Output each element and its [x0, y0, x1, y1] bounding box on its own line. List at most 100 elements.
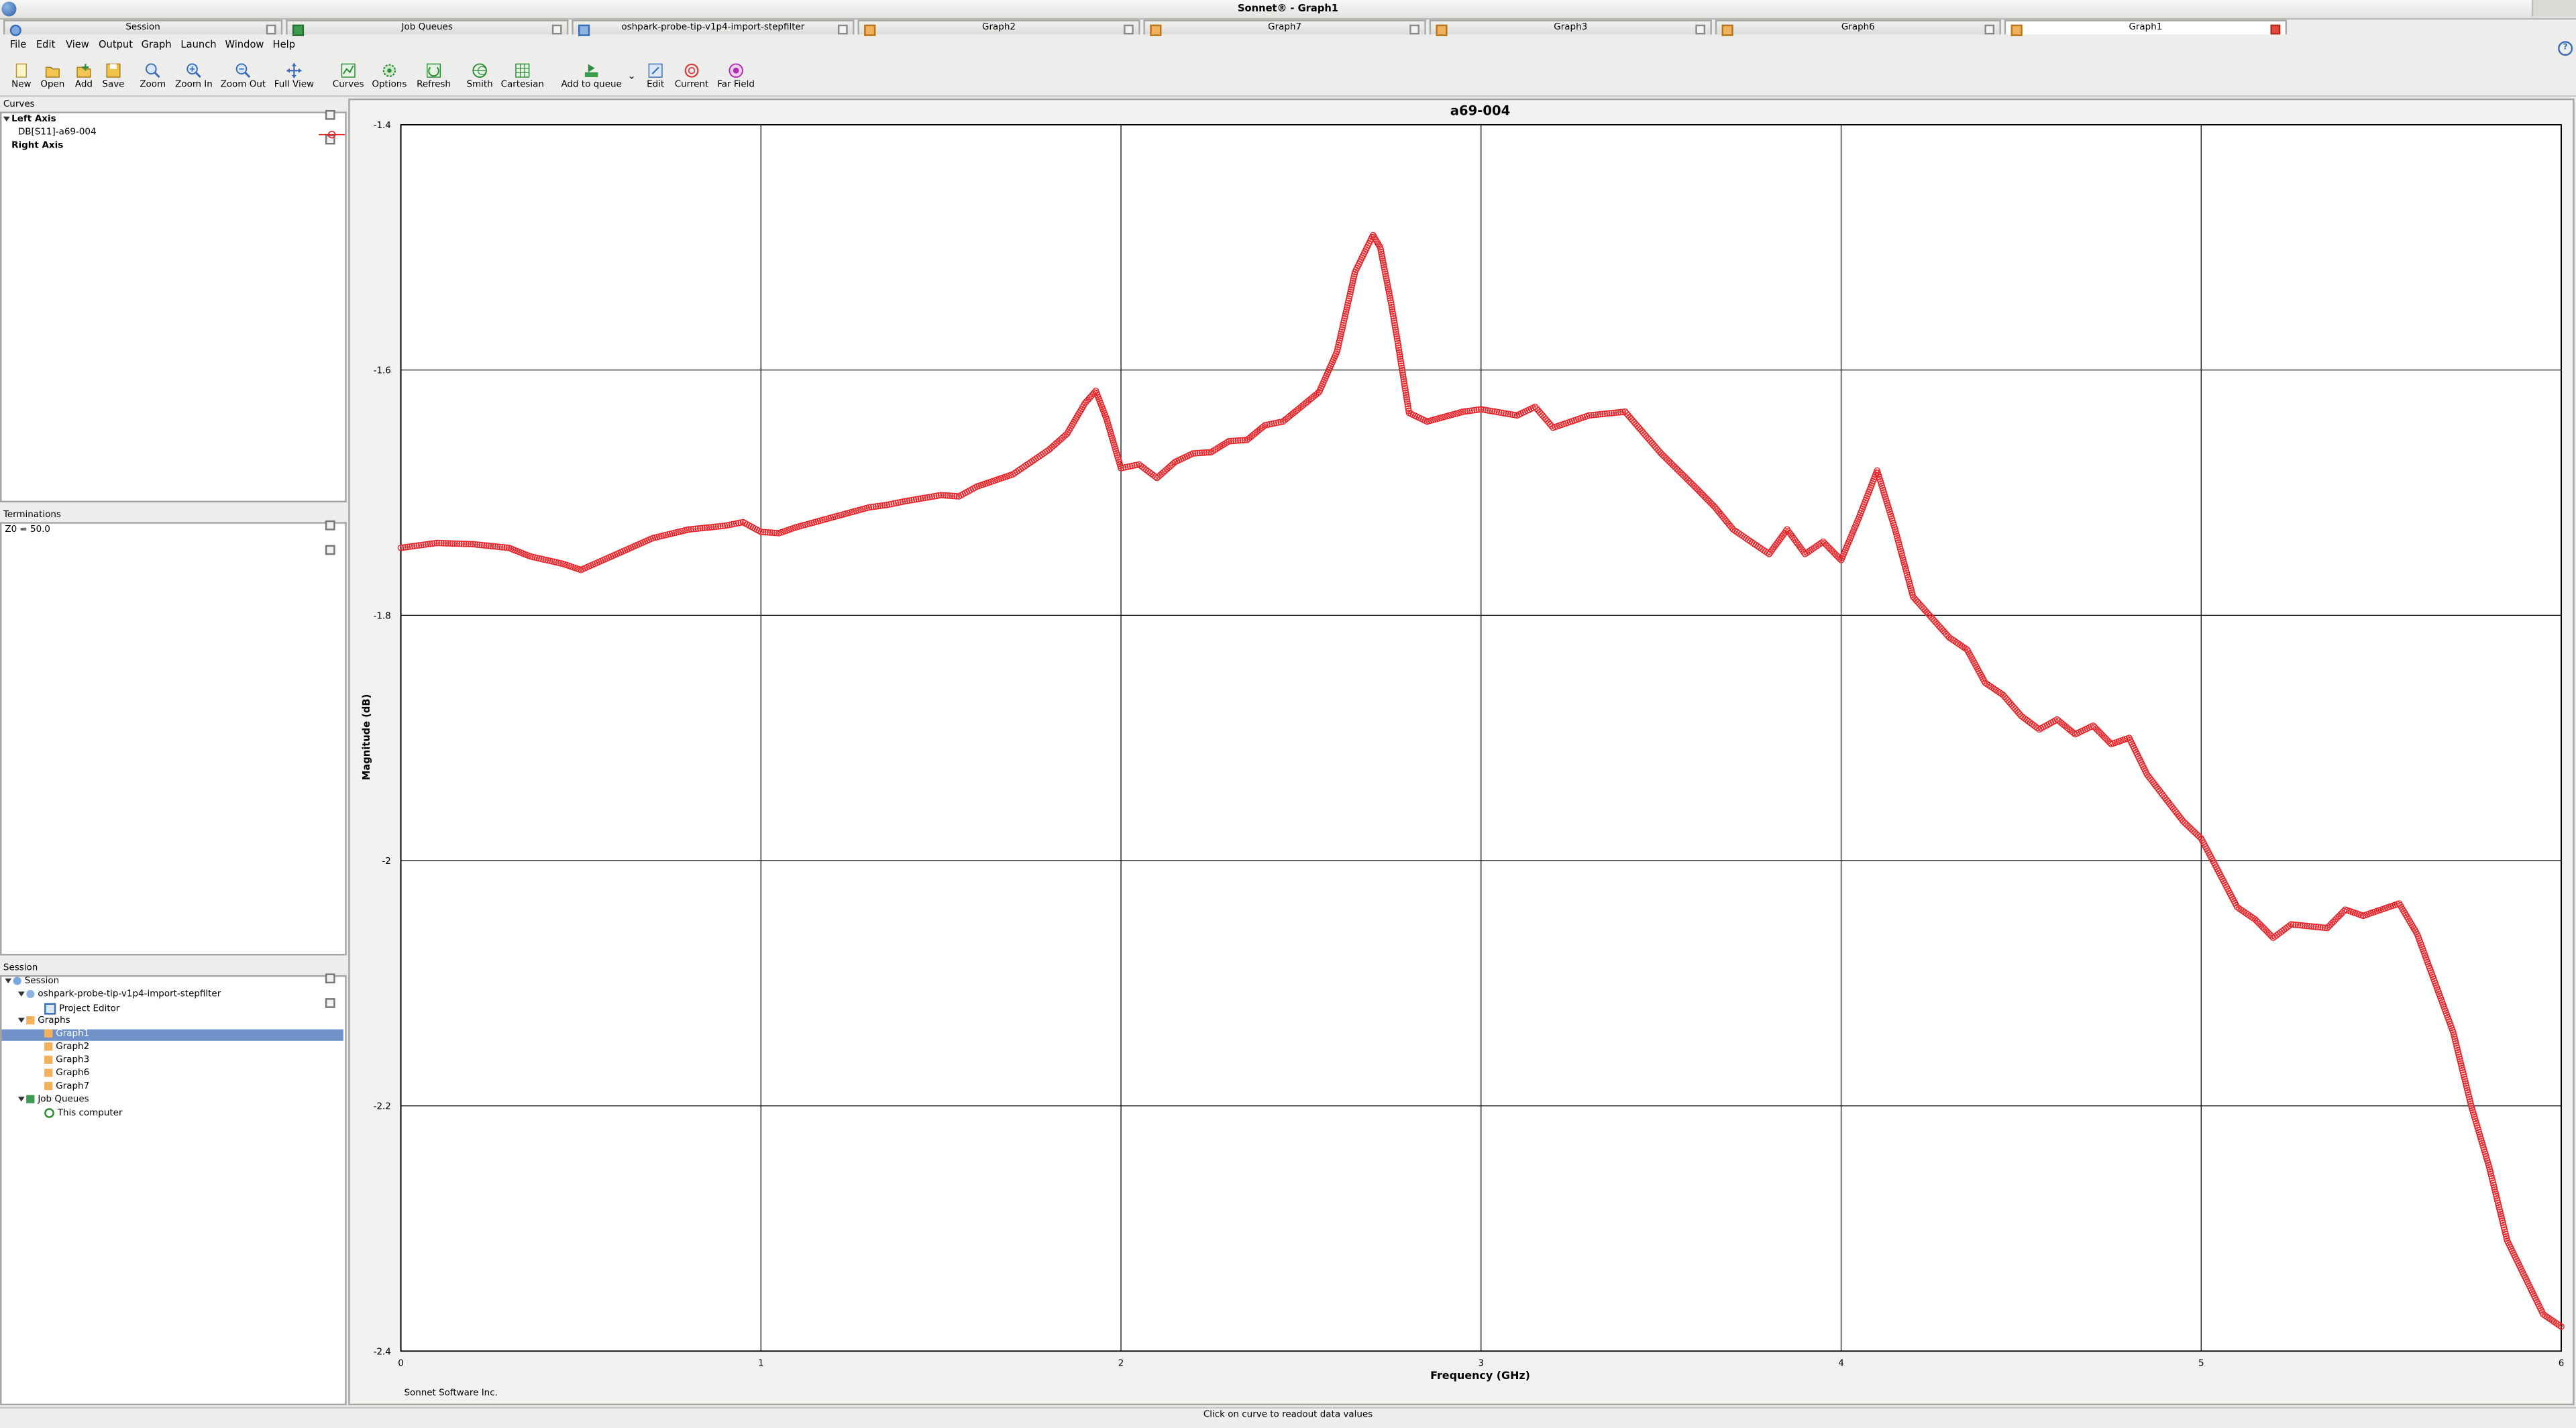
tree-graph1[interactable]: Graph1 [1, 1029, 343, 1041]
tab-close-icon[interactable] [837, 24, 848, 35]
menu-view[interactable]: View [66, 40, 89, 51]
panel-controls[interactable] [323, 965, 343, 1008]
tree-job-queues[interactable]: Job Queues [17, 1095, 89, 1107]
chart-title: a69-004 [1450, 103, 1510, 118]
tree-session[interactable]: Session [5, 977, 59, 988]
graph-footer: Sonnet Software Inc. [404, 1388, 497, 1398]
menu-window[interactable]: Window [225, 40, 264, 51]
curves-panel-title: Curves [3, 100, 35, 110]
tab-close-icon[interactable] [1984, 24, 1995, 35]
y-tick-label: -2 [382, 857, 390, 867]
graph-icon [1721, 24, 1733, 36]
expand-icon[interactable] [17, 1018, 25, 1023]
window-close-button[interactable] [2531, 0, 2576, 17]
tab-close-icon[interactable] [1409, 24, 1419, 35]
smith-button[interactable]: Smith [465, 58, 494, 94]
status-text: Click on curve to readout data values [1203, 1410, 1373, 1421]
window-title: Sonnet® - Graph1 [1237, 3, 1339, 15]
zoom-button[interactable]: Zoom [138, 58, 168, 94]
add-button[interactable]: Add [69, 58, 99, 94]
tree-curve-item[interactable]: DB[S11]-a69-004 [18, 128, 97, 140]
job-queue-icon [26, 1095, 35, 1103]
tree-left-axis[interactable]: Left Axis [3, 115, 56, 126]
y-tick-label: -2.2 [374, 1102, 391, 1112]
tree-project[interactable]: oshpark-probe-tip-v1p4-import-stepfilter [17, 989, 221, 1001]
y-axis-label: Magnitude (dB) [361, 694, 372, 781]
options-button[interactable]: Options [371, 58, 407, 94]
tree-right-axis[interactable]: Right Axis [11, 141, 63, 152]
menu-bar: File Edit View Output Graph Launch Windo… [0, 38, 2576, 56]
x-tick-label: 0 [398, 1358, 404, 1368]
refresh-button[interactable]: Refresh [414, 58, 453, 94]
add-icon [76, 64, 91, 78]
curves-button[interactable]: Curves [332, 58, 365, 94]
tree-graph7[interactable]: Graph7 [44, 1081, 89, 1093]
project-icon [26, 989, 35, 999]
edit-button[interactable]: Edit [643, 58, 669, 94]
smith-icon [472, 63, 487, 78]
tab-session[interactable]: Session [3, 19, 283, 36]
tree-this-computer[interactable]: This computer [44, 1108, 122, 1119]
tab-graph3[interactable]: Graph3 [1429, 19, 1712, 36]
cartesian-button[interactable]: Cartesian [499, 58, 545, 94]
expand-icon[interactable] [17, 991, 25, 997]
panel-controls[interactable] [323, 102, 343, 145]
cartesian-icon [515, 63, 530, 78]
add-to-queue-dropdown-icon[interactable]: ⌄ [628, 70, 636, 82]
full-view-icon [286, 63, 302, 78]
tree-graphs[interactable]: Graphs [17, 1016, 70, 1028]
session-icon [9, 24, 21, 36]
tab-close-icon[interactable] [551, 24, 562, 35]
tab-graph6[interactable]: Graph6 [1715, 19, 2001, 36]
zoom-in-icon [186, 63, 201, 78]
menu-edit[interactable]: Edit [36, 40, 55, 51]
expand-icon[interactable] [5, 978, 12, 984]
menu-help[interactable]: Help [273, 40, 296, 51]
tab-graph7[interactable]: Graph7 [1143, 19, 1426, 36]
status-bar: Click on curve to readout data values [0, 1407, 2576, 1428]
project-editor-icon [44, 1003, 56, 1015]
full-view-button[interactable]: Full View [271, 58, 317, 94]
tab-job-queues[interactable]: Job Queues [286, 19, 569, 36]
zoom-out-button[interactable]: Zoom Out [219, 58, 268, 94]
menu-file[interactable]: File [10, 40, 27, 51]
sonnet-app-icon [1, 1, 17, 17]
help-icon[interactable]: ? [2558, 41, 2573, 56]
tab-graph2[interactable]: Graph2 [857, 19, 1140, 36]
expand-icon[interactable] [3, 116, 10, 122]
tree-project-editor[interactable]: Project Editor [44, 1003, 119, 1015]
tab-close-icon[interactable] [1124, 24, 1134, 35]
tab-project[interactable]: oshpark-probe-tip-v1p4-import-stepfilter [572, 19, 855, 36]
x-tick-label: 1 [758, 1358, 764, 1368]
s-parameter-chart[interactable]: 0 1 2 3 4 5 6 -1.4 -1.6 -1.8 -2 -2.2 -2.4 a69-004 F… [350, 100, 2573, 1403]
tab-graph1[interactable]: Graph1 [2004, 19, 2288, 36]
terminations-panel: Terminations Z0 = 50.0 [0, 510, 347, 956]
open-icon [45, 66, 60, 78]
menu-graph[interactable]: Graph [142, 40, 172, 51]
new-button[interactable]: New [7, 58, 36, 94]
x-tick-label: 6 [2559, 1358, 2565, 1368]
y-tick-label: -1.6 [374, 366, 391, 376]
main-toolbar: New Open Add Save Zoom Zoom In Zoom Out [0, 58, 2576, 97]
save-button[interactable]: Save [99, 58, 128, 94]
tree-graph6[interactable]: Graph6 [44, 1068, 89, 1080]
y-tick-label: -2.4 [374, 1347, 391, 1357]
termination-value: Z0 = 50.0 [5, 525, 51, 535]
tab-close-icon[interactable] [2270, 24, 2281, 35]
graph-window: 0 1 2 3 4 5 6 -1.4 -1.6 -1.8 -2 -2.2 -2.4 a69-004 F… [348, 98, 2575, 1406]
tab-close-icon[interactable] [266, 24, 276, 35]
menu-launch[interactable]: Launch [180, 40, 216, 51]
far-field-button[interactable]: Far Field [714, 58, 757, 94]
panel-controls[interactable] [323, 512, 343, 555]
graph-icon [44, 1029, 53, 1038]
expand-icon[interactable] [17, 1096, 25, 1102]
tree-graph3[interactable]: Graph3 [44, 1055, 89, 1067]
zoom-in-button[interactable]: Zoom In [171, 58, 217, 94]
add-to-queue-button[interactable]: Add to queue [560, 58, 623, 94]
session-panel-title: Session [3, 963, 38, 974]
tree-graph2[interactable]: Graph2 [44, 1042, 89, 1054]
menu-output[interactable]: Output [99, 40, 133, 51]
tab-close-icon[interactable] [1695, 24, 1706, 35]
open-button[interactable]: Open [38, 58, 67, 94]
current-button[interactable]: Current [672, 58, 712, 94]
